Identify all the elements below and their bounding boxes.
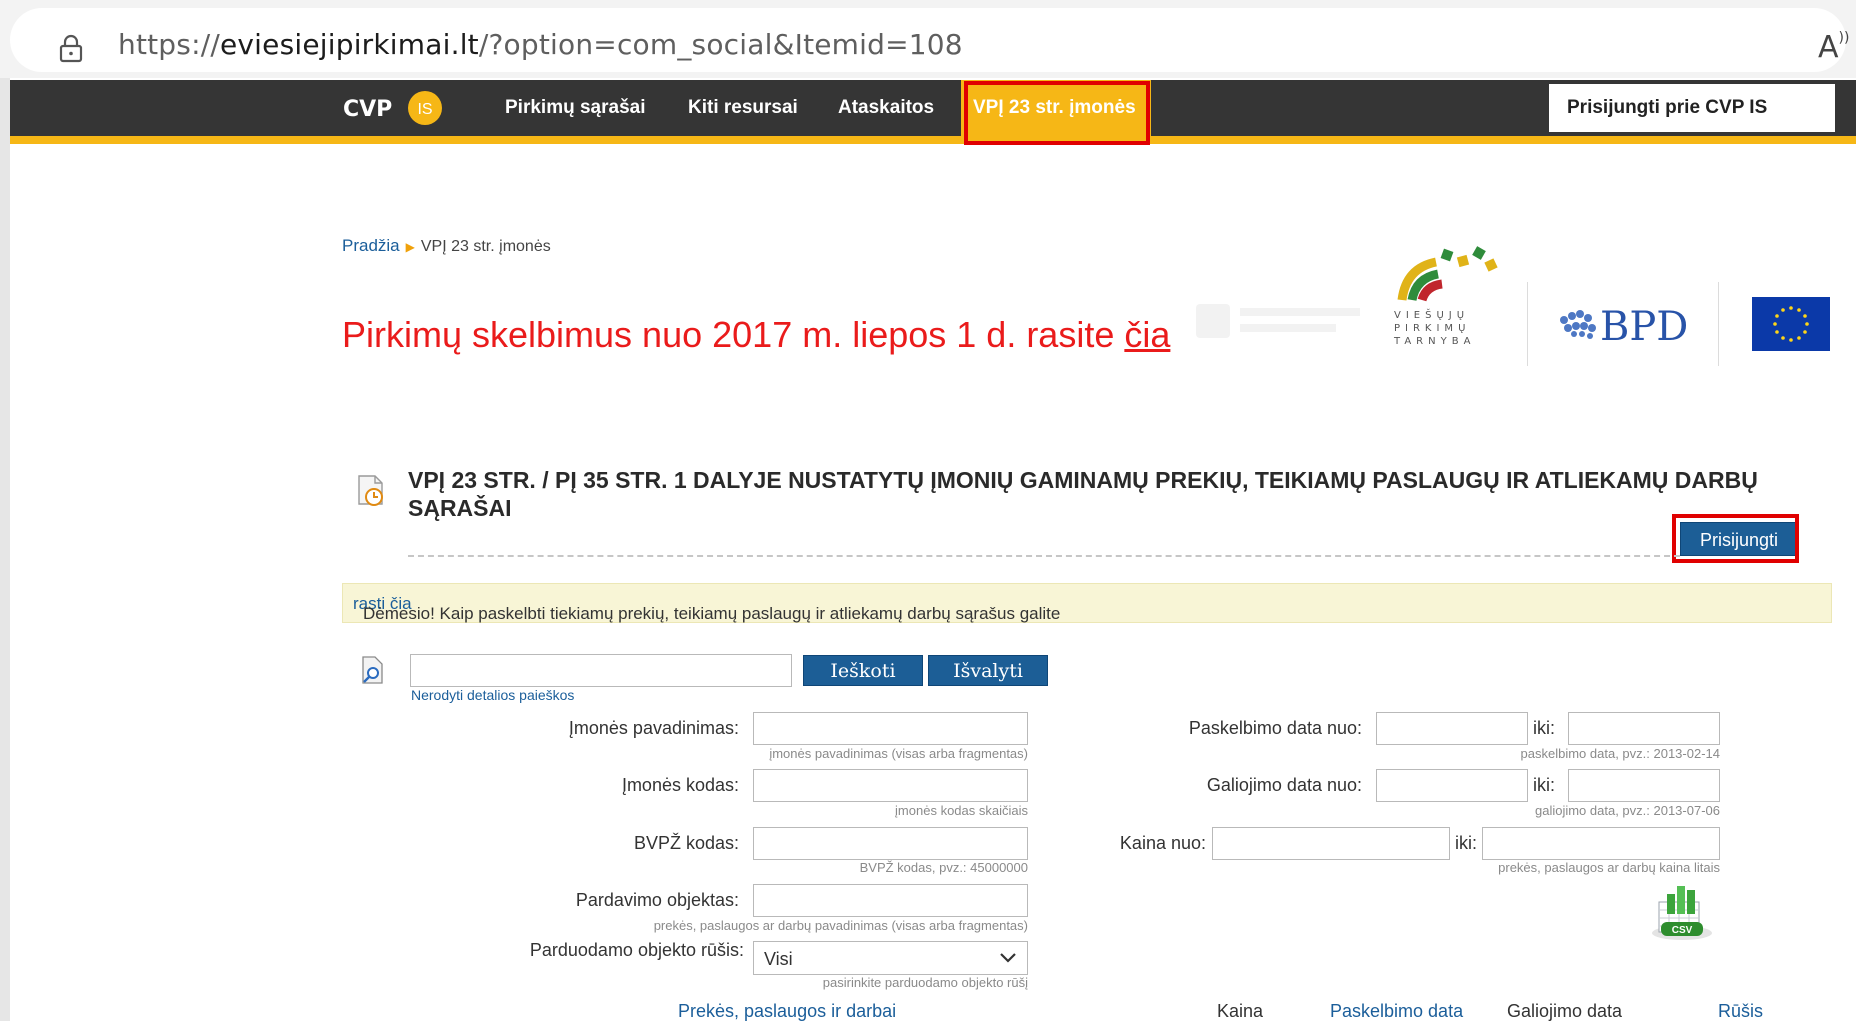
vpt-line-2: PIRKIMŲ	[1394, 323, 1470, 334]
cvp-is-logo[interactable]: CVP IS	[343, 90, 443, 126]
column-header-type[interactable]: Rūšis	[1718, 1001, 1763, 1021]
publish-date-hint: paskelbimo data, pvz.: 2013-02-14	[1520, 746, 1720, 761]
logo-badge: IS	[417, 101, 432, 118]
company-name-field[interactable]	[753, 712, 1028, 745]
url-text[interactable]: https://eviesiejipirkimai.lt/?option=com…	[118, 28, 963, 61]
valid-date-hint: galiojimo data, pvz.: 2013-07-06	[1534, 803, 1720, 818]
page-edge	[0, 78, 10, 1021]
dashed-divider	[408, 555, 1680, 557]
valid-date-to-field[interactable]	[1568, 769, 1720, 802]
search-button[interactable]: Ieškoti	[803, 655, 923, 686]
breadcrumb-arrow-icon: ▶	[405, 240, 415, 254]
nav-accent-stripe	[10, 136, 1856, 144]
headline-text: Pirkimų skelbimus nuo 2017 m. liepos 1 d…	[342, 314, 1125, 355]
lock-icon[interactable]	[56, 33, 86, 63]
column-header-items[interactable]: Prekės, paslaugos ir darbai	[678, 1001, 896, 1021]
valid-date-to-label: iki:	[1533, 775, 1555, 795]
section-title: VPĮ 23 STR. / PĮ 35 STR. 1 DALYJE NUSTAT…	[408, 467, 1758, 521]
logo-separator	[1718, 282, 1719, 366]
column-header-price: Kaina	[1217, 1001, 1264, 1021]
price-from-label: Kaina nuo:	[1119, 833, 1206, 853]
company-code-field[interactable]	[753, 769, 1028, 802]
sale-object-label: Pardavimo objektas:	[575, 890, 739, 910]
column-header-valid-date: Galiojimo data	[1507, 1001, 1623, 1021]
highlight-box-nav	[964, 81, 1150, 145]
highlight-box-login	[1672, 514, 1799, 563]
logo-separator	[1527, 282, 1528, 366]
price-hint: prekės, paslaugos ar darbų kaina litais	[1498, 860, 1720, 875]
notice-text: Dėmesio! Kaip paskelbti tiekiamų prekių,…	[363, 604, 1061, 623]
csv-label: CSV	[1672, 925, 1693, 936]
valid-date-from-field[interactable]	[1376, 769, 1528, 802]
sale-object-field[interactable]	[753, 884, 1028, 917]
vpt-line-1: VIEŠŲJŲ	[1394, 308, 1469, 321]
login-cvp-label: Prisijungti prie CVP IS	[1567, 97, 1768, 118]
search-input[interactable]	[410, 654, 792, 687]
column-header-publish-date[interactable]: Paskelbimo data	[1330, 1001, 1463, 1021]
notice-banner: Dėmesio! Kaip paskelbti tiekiamų prekių,…	[342, 583, 1832, 623]
url-field[interactable]: https://eviesiejipirkimai.lt/?option=com…	[10, 8, 1849, 72]
bvpz-code-label: BVPŽ kodas:	[633, 833, 739, 853]
price-to-label: iki:	[1455, 833, 1477, 853]
price-from-field[interactable]	[1212, 827, 1450, 860]
company-name-label: Įmonės pavadinimas:	[568, 718, 739, 738]
eu-flag-icon[interactable]	[1752, 297, 1830, 351]
breadcrumb-current: VPĮ 23 str. įmonės	[420, 238, 551, 255]
headline-link[interactable]: čia	[1124, 314, 1170, 355]
read-aloud-icon[interactable]: A))	[1818, 30, 1849, 65]
announcement-headline: Pirkimų skelbimus nuo 2017 m. liepos 1 d…	[342, 314, 1170, 356]
toggle-detail-search-link[interactable]: Nerodyti detalios paieškos	[411, 687, 574, 703]
breadcrumb-home[interactable]: Pradžia	[342, 236, 400, 255]
browser-address-bar: https://eviesiejipirkimai.lt/?option=com…	[0, 0, 1856, 78]
publish-date-to-field[interactable]	[1568, 712, 1720, 745]
nav-item-pirkimu-sarasai[interactable]: Pirkimų sąrašai	[505, 97, 645, 119]
nav-item-ataskaitos[interactable]: Ataskaitos	[838, 97, 934, 119]
clear-button[interactable]: Išvalyti	[928, 655, 1048, 686]
login-cvp-button[interactable]: Prisijungti prie CVP IS	[1549, 84, 1835, 132]
sale-object-hint: prekės, paslaugos ar darbų pavadinimas (…	[653, 918, 1028, 933]
faded-partner-logo	[1196, 304, 1360, 338]
document-clock-icon	[358, 475, 383, 506]
nav-item-kiti-resursai[interactable]: Kiti resursai	[688, 97, 798, 119]
object-type-select[interactable]: Visi	[753, 941, 1028, 975]
company-name-hint: įmonės pavadinimas (visas arba fragmenta…	[769, 746, 1028, 761]
object-type-selected: Visi	[764, 949, 793, 969]
company-code-label: Įmonės kodas:	[621, 775, 739, 795]
bvpz-code-hint: BVPŽ kodas, pvz.: 45000000	[859, 860, 1028, 875]
publish-date-to-label: iki:	[1533, 718, 1555, 738]
csv-export-icon[interactable]: CSV	[1647, 880, 1717, 942]
bpd-logo[interactable]: BPD	[1556, 300, 1696, 348]
object-type-hint: pasirinkite parduodamo objekto rūšį	[822, 975, 1028, 990]
breadcrumb: Pradžia ▶ VPĮ 23 str. įmonės	[342, 236, 551, 256]
bvpz-code-field[interactable]	[753, 827, 1028, 860]
document-search-icon	[362, 656, 383, 684]
company-code-hint: įmonės kodas skaičiais	[895, 803, 1028, 818]
valid-date-from-label: Galiojimo data nuo:	[1206, 775, 1362, 795]
vpt-line-3: TARNYBA	[1393, 336, 1475, 347]
price-to-field[interactable]	[1482, 827, 1720, 860]
chevron-down-icon	[1000, 953, 1016, 963]
bpd-text: BPD	[1600, 304, 1688, 348]
logo-text: CVP	[343, 97, 392, 122]
vpt-logo[interactable]: VIEŠŲJŲ PIRKIMŲ TARNYBA	[1386, 238, 1508, 350]
object-type-label: Parduodamo objekto rūšis:	[529, 940, 744, 960]
publish-date-from-field[interactable]	[1376, 712, 1528, 745]
publish-date-from-label: Paskelbimo data nuo:	[1188, 718, 1362, 738]
